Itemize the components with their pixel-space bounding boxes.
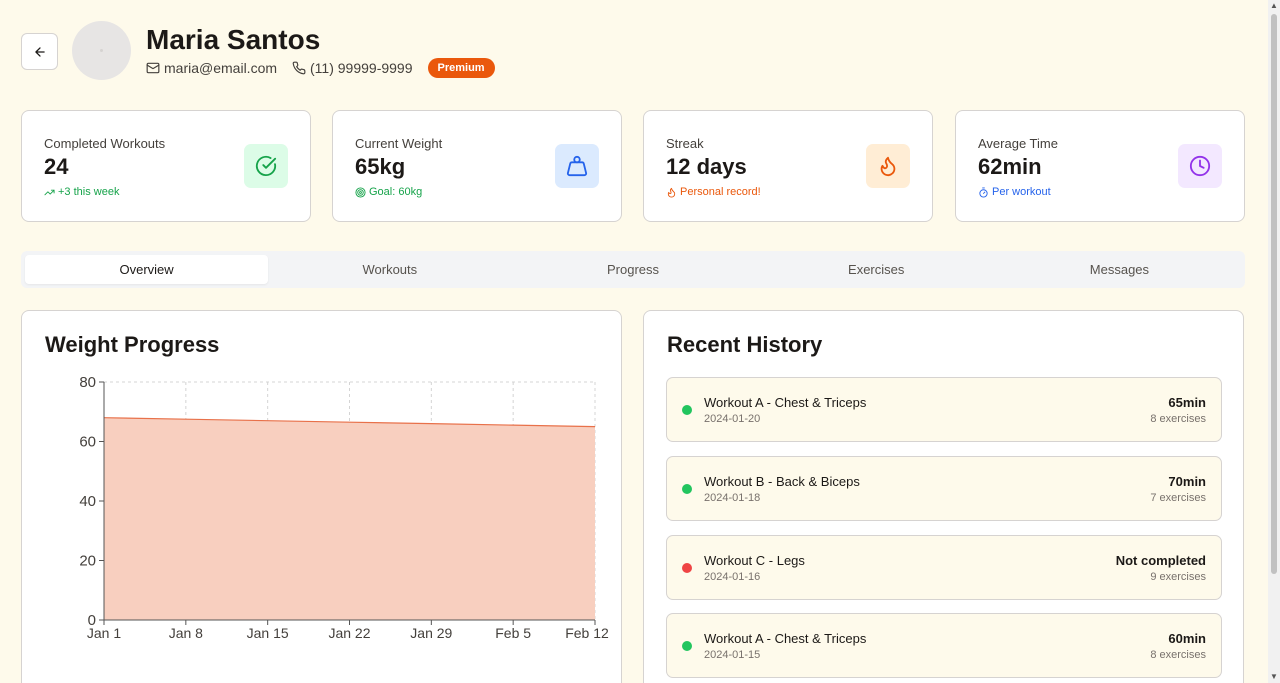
recent-history-title: Recent History bbox=[667, 332, 823, 357]
phone-icon bbox=[292, 61, 306, 75]
stat-card-streak: Streak 12 days Personal record! bbox=[643, 110, 933, 222]
status-dot bbox=[682, 641, 692, 651]
history-item[interactable]: Workout A - Chest & Triceps 2024-01-20 6… bbox=[666, 377, 1222, 442]
scroll-up-icon[interactable]: ▲ bbox=[1268, 0, 1280, 12]
x-tick-label: Jan 29 bbox=[410, 625, 452, 641]
workout-exercise-count: 7 exercises bbox=[1150, 492, 1206, 504]
tab-workouts[interactable]: Workouts bbox=[268, 255, 511, 284]
email-item: maria@email.com bbox=[146, 60, 277, 76]
stat-value: 24 bbox=[44, 154, 69, 179]
y-tick-label: 60 bbox=[79, 434, 96, 451]
stat-card-current-weight: Current Weight 65kg Goal: 60kg bbox=[332, 110, 622, 222]
stat-sub-text: Goal: 60kg bbox=[369, 186, 423, 198]
y-tick-label: 20 bbox=[79, 553, 96, 570]
avatar bbox=[72, 21, 131, 80]
workout-exercise-count: 9 exercises bbox=[1150, 571, 1206, 583]
workout-exercise-count: 8 exercises bbox=[1150, 413, 1206, 425]
recent-history-panel: Recent History Workout A - Chest & Trice… bbox=[643, 310, 1244, 683]
history-item[interactable]: Workout A - Chest & Triceps 2024-01-15 6… bbox=[666, 613, 1222, 678]
profile-name: Maria Santos bbox=[146, 24, 321, 55]
tab-bar: Overview Workouts Progress Exercises Mes… bbox=[21, 251, 1245, 288]
stat-label: Streak bbox=[666, 136, 704, 151]
arrow-left-icon bbox=[34, 46, 45, 57]
flame-icon bbox=[880, 156, 896, 177]
status-dot bbox=[682, 484, 692, 494]
tab-messages[interactable]: Messages bbox=[998, 255, 1241, 284]
email-text: maria@email.com bbox=[164, 60, 278, 76]
stat-icon-box bbox=[1178, 144, 1222, 188]
tab-exercises[interactable]: Exercises bbox=[755, 255, 998, 284]
flame-icon bbox=[667, 187, 676, 197]
history-item[interactable]: Workout B - Back & Biceps 2024-01-18 70m… bbox=[666, 456, 1222, 521]
workout-name: Workout C - Legs bbox=[704, 553, 805, 568]
history-item[interactable]: Workout C - Legs 2024-01-16 Not complete… bbox=[666, 535, 1222, 600]
stat-value: 12 days bbox=[666, 154, 747, 179]
tab-overview[interactable]: Overview bbox=[25, 255, 269, 284]
workout-duration: 60min bbox=[1168, 631, 1206, 646]
stat-label: Average Time bbox=[978, 136, 1058, 151]
plan-badge: Premium bbox=[427, 58, 495, 78]
tab-progress[interactable]: Progress bbox=[511, 255, 754, 284]
stat-sub: +3 this week bbox=[44, 186, 119, 198]
phone-item: (11) 99999-9999 bbox=[292, 60, 413, 76]
clock-icon bbox=[1189, 155, 1211, 177]
stat-label: Current Weight bbox=[355, 136, 443, 151]
target-icon bbox=[355, 186, 366, 198]
trending-up-icon bbox=[44, 189, 55, 195]
stat-value: 62min bbox=[978, 154, 1042, 179]
x-tick-label: Jan 22 bbox=[328, 625, 370, 641]
workout-duration: 65min bbox=[1168, 395, 1206, 410]
stat-icon-box bbox=[866, 144, 910, 188]
mail-icon bbox=[146, 62, 160, 74]
workout-name: Workout A - Chest & Triceps bbox=[704, 631, 867, 646]
workout-date: 2024-01-15 bbox=[704, 649, 761, 661]
scrollbar-thumb[interactable] bbox=[1271, 14, 1277, 574]
stat-sub-text: +3 this week bbox=[58, 186, 120, 198]
stat-sub: Per workout bbox=[978, 186, 1051, 198]
x-tick-label: Jan 15 bbox=[247, 625, 289, 641]
workout-name: Workout B - Back & Biceps bbox=[704, 474, 860, 489]
stat-card-average-time: Average Time 62min Per workout bbox=[955, 110, 1245, 222]
check-circle-icon bbox=[255, 155, 277, 176]
stat-sub-text: Personal record! bbox=[680, 186, 761, 198]
workout-duration: Not completed bbox=[1115, 553, 1206, 568]
stat-sub: Goal: 60kg bbox=[355, 186, 422, 198]
scroll-down-icon[interactable]: ▼ bbox=[1268, 671, 1280, 683]
weight-chart: 020406080Jan 1 Jan 8 Jan 15 Jan 22 Jan 29 Feb… bbox=[79, 374, 609, 641]
y-tick-label: 80 bbox=[79, 374, 96, 391]
status-dot bbox=[682, 405, 692, 415]
stat-card-completed-workouts: Completed Workouts 24 +3 this week bbox=[21, 110, 311, 222]
x-tick-label: Feb 12 bbox=[565, 625, 609, 641]
status-dot bbox=[682, 563, 692, 573]
x-tick-label: Feb 5 bbox=[495, 625, 531, 641]
weight-progress-panel: Weight Progress 0 20 40 60 80 Jan 1 Jan 8 Jan 1… bbox=[21, 310, 622, 683]
stat-sub-text: Per workout bbox=[992, 186, 1051, 198]
weight-icon bbox=[566, 155, 588, 177]
contact-info: maria@email.com (11) 99999-9999 Premium bbox=[146, 58, 495, 78]
y-tick-label: 40 bbox=[79, 493, 96, 510]
stat-icon-box bbox=[555, 144, 599, 188]
workout-date: 2024-01-16 bbox=[704, 571, 761, 583]
stat-value: 65kg bbox=[355, 154, 406, 179]
timer-icon bbox=[979, 186, 988, 198]
workout-name: Workout A - Chest & Triceps bbox=[704, 395, 867, 410]
x-tick-label: Jan 8 bbox=[169, 625, 203, 641]
workout-date: 2024-01-18 bbox=[704, 492, 761, 504]
x-tick-label: Jan 1 bbox=[87, 625, 121, 641]
weight-area bbox=[104, 417, 595, 620]
stat-sub: Personal record! bbox=[666, 186, 761, 198]
back-button[interactable] bbox=[21, 33, 58, 70]
stat-label: Completed Workouts bbox=[44, 136, 166, 151]
workout-date: 2024-01-20 bbox=[704, 413, 761, 425]
phone-text: (11) 99999-9999 bbox=[310, 60, 413, 76]
workout-exercise-count: 8 exercises bbox=[1150, 649, 1206, 661]
stat-icon-box bbox=[244, 144, 288, 188]
workout-duration: 70min bbox=[1168, 474, 1206, 489]
page-scrollbar[interactable]: ▲ ▼ bbox=[1268, 0, 1280, 683]
